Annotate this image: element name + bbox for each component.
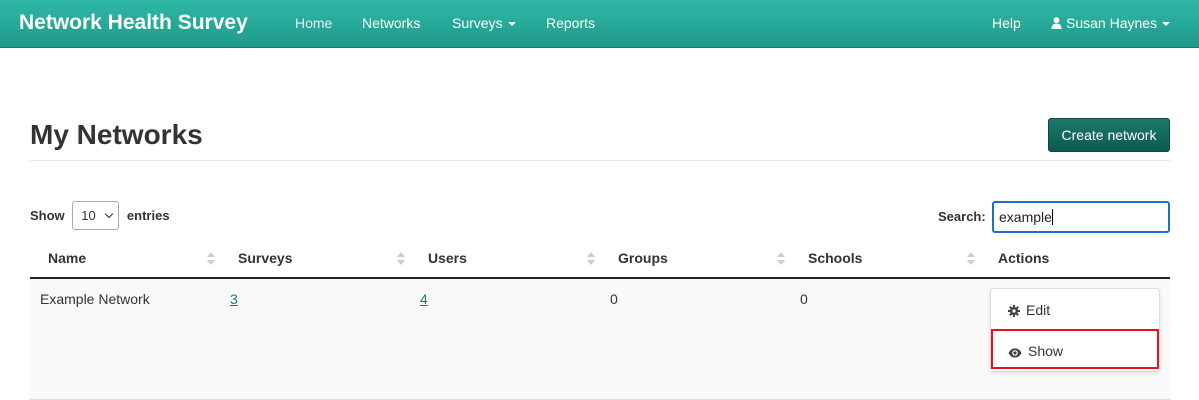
chevron-down-icon (105, 209, 114, 219)
column-header-groups[interactable]: Groups (618, 250, 668, 267)
nav-home[interactable]: Home (295, 15, 332, 32)
users-count-link[interactable]: 4 (420, 291, 428, 307)
user-icon (1051, 17, 1062, 29)
cell-groups: 0 (610, 291, 618, 307)
top-navbar: Network Health Survey Home Networks Surv… (0, 0, 1199, 48)
column-header-name[interactable]: Name (48, 250, 86, 267)
search-input-value: example (999, 209, 1052, 225)
caret-down-icon (1162, 22, 1171, 27)
nav-help[interactable]: Help (992, 15, 1021, 32)
entries-length-control: Show 10 entries (30, 201, 170, 231)
entries-label: entries (126, 208, 170, 223)
column-header-surveys[interactable]: Surveys (238, 250, 292, 267)
create-network-button[interactable]: Create network (1048, 118, 1170, 152)
show-label: Show (30, 208, 65, 223)
surveys-count-link[interactable]: 3 (230, 291, 238, 307)
title-divider (30, 160, 1170, 161)
eye-icon (1008, 348, 1022, 358)
text-cursor (1051, 209, 1053, 225)
nav-surveys-label: Surveys (452, 15, 503, 31)
user-menu-dropdown[interactable]: Susan Haynes (1051, 15, 1171, 32)
entries-select-value: 10 (81, 208, 96, 223)
nav-networks[interactable]: Networks (362, 15, 420, 32)
menu-item-show[interactable]: Show (1008, 343, 1063, 360)
gear-icon (1008, 305, 1020, 317)
column-header-actions: Actions (998, 250, 1050, 266)
cell-schools: 0 (800, 291, 808, 307)
page-title: My Networks (30, 119, 203, 150)
menu-item-edit[interactable]: Edit (1008, 302, 1050, 319)
caret-down-icon (507, 22, 516, 27)
sort-icon (207, 251, 215, 267)
search-input[interactable]: example (992, 201, 1170, 233)
column-header-users[interactable]: Users (428, 250, 467, 267)
sort-icon (777, 251, 785, 267)
menu-item-edit-label: Edit (1026, 302, 1051, 318)
user-name: Susan Haynes (1066, 15, 1158, 31)
menu-item-show-label: Show (1028, 343, 1064, 359)
sort-icon (587, 251, 595, 267)
search-label: Search: (938, 209, 986, 224)
entries-select[interactable]: 10 (72, 201, 120, 230)
nav-reports[interactable]: Reports (546, 15, 595, 32)
actions-dropdown-menu: Edit Show (990, 288, 1160, 372)
sort-icon (967, 251, 975, 267)
nav-surveys-dropdown[interactable]: Surveys (452, 15, 516, 32)
brand-title[interactable]: Network Health Survey (19, 10, 248, 36)
cell-network-name: Example Network (40, 291, 150, 307)
column-header-schools[interactable]: Schools (808, 250, 862, 267)
sort-icon (397, 251, 405, 267)
